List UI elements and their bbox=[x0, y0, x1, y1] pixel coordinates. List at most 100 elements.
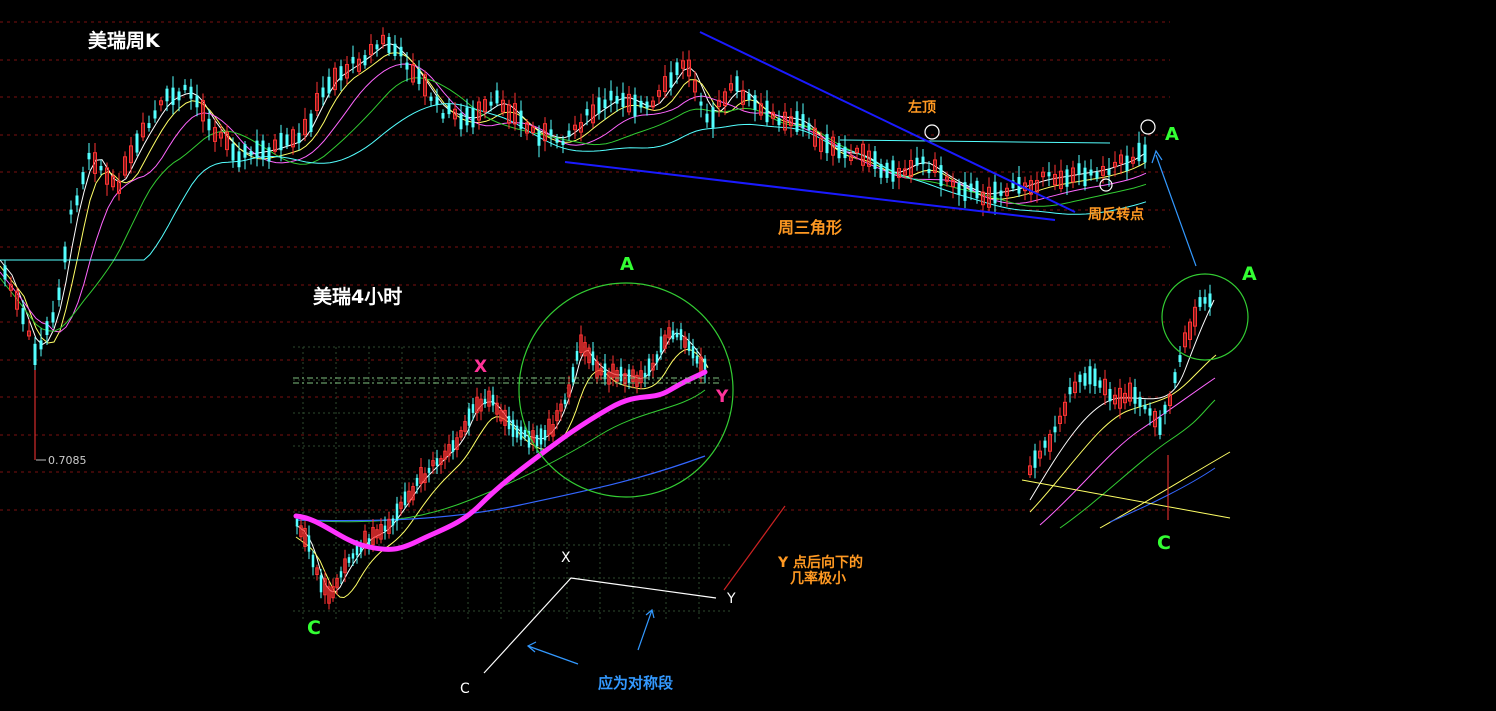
weekly-candle-body-103 bbox=[621, 92, 625, 107]
candle-4h-body-54 bbox=[511, 419, 515, 437]
right-panel-moving-averages bbox=[1021, 299, 1231, 529]
candle-4h-body-43 bbox=[467, 408, 471, 426]
weekly-candle-body-73 bbox=[441, 112, 445, 119]
weekly-candle-body-181 bbox=[1089, 169, 1093, 176]
right-candle-body-21 bbox=[1133, 387, 1137, 404]
triangle-label: 周三角形 bbox=[778, 218, 842, 237]
candle-4h-body-87 bbox=[643, 372, 647, 378]
candle-4h-body-14 bbox=[351, 553, 355, 559]
weekly-candle-body-53 bbox=[321, 87, 325, 98]
right-candle-body-27 bbox=[1163, 404, 1167, 414]
weekly-candle-body-105 bbox=[633, 94, 637, 117]
weekly-candle-body-22 bbox=[135, 133, 139, 153]
weekly-candle-body-81 bbox=[489, 101, 493, 106]
panel-4h-y-label: Y bbox=[715, 387, 729, 407]
weekly-candle-body-12 bbox=[75, 195, 79, 206]
candle-4h-body-90 bbox=[655, 354, 659, 363]
weekly-ma-flat bbox=[839, 139, 1111, 144]
weekly-candle-body-182 bbox=[1095, 171, 1099, 179]
weekly-candle-body-154 bbox=[927, 168, 931, 174]
candle-4h-body-60 bbox=[535, 434, 539, 447]
a-circle-weekly bbox=[1140, 119, 1156, 135]
right-candle-body-30 bbox=[1178, 355, 1182, 363]
sketch-x-label: X bbox=[561, 550, 571, 566]
weekly-candle-body-46 bbox=[279, 132, 283, 151]
candle-4h-body-11 bbox=[339, 571, 343, 578]
right-candle-body-35 bbox=[1203, 297, 1207, 304]
weekly-candle-body-69 bbox=[417, 68, 421, 84]
candle-4h-body-49 bbox=[491, 394, 495, 406]
right-ma-3 bbox=[1059, 399, 1216, 529]
panel-4h-title: 美瑞4小时 bbox=[313, 285, 402, 308]
panel-4h-grid bbox=[293, 346, 730, 620]
weekly-candle-body-106 bbox=[639, 100, 643, 108]
panel-4h-x-label: X bbox=[474, 357, 487, 377]
candle-4h-body-57 bbox=[523, 429, 527, 438]
red-diagonal-line bbox=[723, 505, 786, 591]
symmetry-note: 应为对称段 bbox=[598, 674, 673, 692]
candle-4h-body-96 bbox=[679, 329, 683, 341]
weekly-candle-body-34 bbox=[207, 118, 211, 131]
weekly-candle-body-166 bbox=[999, 190, 1003, 196]
weekly-candle-body-16 bbox=[99, 165, 103, 171]
weekly-candle-body-99 bbox=[597, 97, 601, 114]
weekly-candle-body-66 bbox=[399, 46, 403, 57]
weekly-candle-body-134 bbox=[807, 123, 811, 131]
weekly-candle-body-165 bbox=[993, 181, 997, 204]
candle-4h-body-77 bbox=[603, 363, 607, 380]
right-candle-body-26 bbox=[1158, 417, 1162, 435]
weekly-candle-body-101 bbox=[609, 90, 613, 101]
weekly-candle-body-47 bbox=[285, 134, 289, 146]
candle-4h-body-22 bbox=[383, 525, 387, 532]
right-ma-4 bbox=[1099, 451, 1231, 529]
weekly-candle-body-174 bbox=[1047, 172, 1051, 177]
right-candle-body-29 bbox=[1173, 372, 1177, 384]
weekly-candle-body-28 bbox=[171, 87, 175, 105]
symmetry-arrow-left bbox=[527, 645, 579, 665]
price-label: 0.7085 bbox=[48, 454, 87, 467]
weekly-candle-body-127 bbox=[765, 100, 769, 123]
chart-canvas: 0.7085 美瑞周K 左顶 周三角形 周反转点 A 美瑞4小时 A X Y C… bbox=[0, 21, 1257, 697]
weekly-candle-body-156 bbox=[939, 165, 943, 187]
weekly-candle-body-146 bbox=[879, 164, 883, 178]
candle-4h-body-62 bbox=[543, 430, 547, 441]
weekly-candle-body-13 bbox=[81, 172, 85, 185]
weekly-candle-body-41 bbox=[249, 151, 253, 156]
weekly-title: 美瑞周K bbox=[88, 29, 161, 52]
symmetry-arrow-right bbox=[637, 609, 653, 651]
weekly-candle-body-86 bbox=[519, 110, 523, 129]
ma-4h-mid bbox=[295, 348, 709, 599]
candle-4h-body-100 bbox=[695, 355, 699, 364]
triangle-lower-line bbox=[564, 161, 1056, 221]
weekly-candle-body-39 bbox=[237, 151, 241, 168]
weekly-candle-body-65 bbox=[393, 43, 397, 56]
candle-4h-body-3 bbox=[307, 535, 311, 552]
weekly-candle-body-152 bbox=[915, 157, 919, 166]
weekly-candle-body-153 bbox=[921, 156, 925, 165]
weekly-candle-body-71 bbox=[429, 96, 433, 101]
weekly-candle-body-91 bbox=[549, 129, 553, 136]
candle-4h-body-98 bbox=[687, 341, 691, 351]
weekly-candle-body-14 bbox=[87, 152, 91, 160]
weekly-candle-body-27 bbox=[165, 88, 169, 102]
weekly-candle-body-56 bbox=[339, 66, 343, 81]
weekly-candle-body-25 bbox=[153, 110, 157, 119]
panel-4h-a-circle bbox=[518, 282, 734, 498]
candle-4h-body-47 bbox=[483, 398, 487, 404]
right-ma-1 bbox=[1029, 354, 1217, 513]
candle-4h-body-69 bbox=[571, 367, 575, 383]
sketch-y-label: Y bbox=[726, 591, 736, 607]
weekly-candle-body-137 bbox=[825, 134, 829, 154]
candle-4h-body-53 bbox=[507, 415, 511, 430]
right-panel-c-label: C bbox=[1157, 532, 1171, 554]
candle-4h-body-56 bbox=[519, 426, 523, 440]
weekly-candle-body-129 bbox=[777, 118, 781, 126]
right-panel-candles bbox=[1028, 284, 1212, 479]
weekly-candle-body-74 bbox=[447, 104, 451, 115]
right-candle-body-11 bbox=[1083, 373, 1087, 386]
weekly-candle-body-180 bbox=[1083, 167, 1087, 187]
weekly-candle-body-177 bbox=[1065, 169, 1069, 187]
candle-4h-body-61 bbox=[539, 428, 543, 445]
weekly-candle-body-9 bbox=[57, 287, 61, 301]
candle-4h-body-88 bbox=[647, 358, 651, 376]
